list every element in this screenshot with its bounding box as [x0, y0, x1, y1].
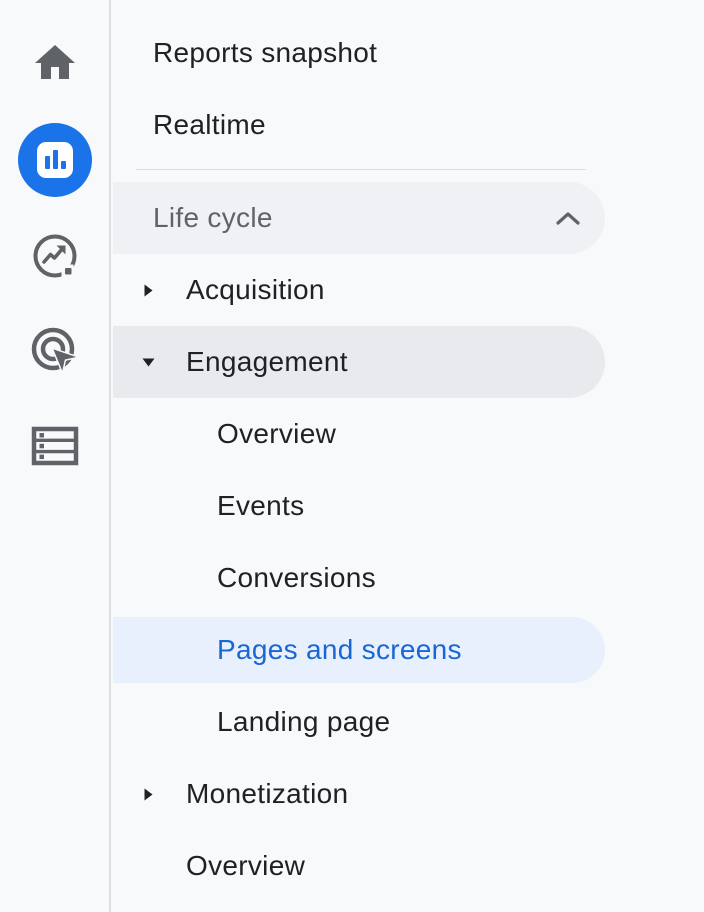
home-icon[interactable]: [31, 39, 79, 87]
menu-divider: [136, 169, 586, 170]
collection-header-label: Life cycle: [153, 202, 273, 233]
chevron-up-icon[interactable]: [554, 204, 582, 232]
nav-item-label: Realtime: [153, 109, 266, 140]
nav-item-events[interactable]: Events: [113, 470, 704, 542]
icon-rail: [0, 0, 111, 912]
nav-item-label: Events: [217, 490, 305, 521]
library-icon[interactable]: [31, 425, 79, 467]
triangle-right-icon: [140, 787, 156, 802]
nav-item-label: Overview: [186, 850, 306, 881]
advertising-icon[interactable]: [28, 324, 82, 378]
nav-item-label: Landing page: [217, 706, 391, 737]
nav-section-label: Monetization: [186, 778, 349, 809]
nav-section-engagement[interactable]: Engagement: [113, 326, 605, 398]
analytics-navigation-panel: Reports snapshot Realtime Life cycle Acq…: [0, 0, 704, 912]
triangle-down-icon: [140, 357, 156, 368]
library-icon-glyph: [31, 426, 79, 466]
nav-item-pages-and-screens[interactable]: Pages and screens: [113, 614, 704, 686]
home-icon-glyph: [35, 45, 75, 79]
collection-header-life-cycle[interactable]: Life cycle: [113, 182, 605, 254]
reports-icon[interactable]: [18, 123, 92, 197]
nav-item-conversions[interactable]: Conversions: [113, 542, 704, 614]
nav-section-label: Acquisition: [186, 274, 325, 305]
advertising-icon-glyph: [31, 327, 78, 373]
nav-item-label: Pages and screens: [217, 634, 462, 665]
nav-section-label: Engagement: [186, 346, 348, 377]
nav-item-label: Reports snapshot: [153, 37, 378, 68]
nav-item-label: Overview: [217, 418, 337, 449]
bar-chart-icon: [37, 142, 73, 178]
nav-section-acquisition[interactable]: Acquisition: [113, 254, 704, 326]
nav-item-label: Conversions: [217, 562, 376, 593]
nav-item-realtime[interactable]: Realtime: [113, 89, 704, 161]
nav-item-reports-snapshot[interactable]: Reports snapshot: [113, 17, 704, 89]
explore-icon[interactable]: [29, 230, 81, 282]
nav-item-engagement-overview[interactable]: Overview: [113, 398, 704, 470]
nav-section-monetization[interactable]: Monetization: [113, 758, 704, 830]
reports-active-circle: [18, 123, 92, 197]
explore-icon-glyph: [33, 234, 77, 278]
reports-nav-menu: Reports snapshot Realtime Life cycle Acq…: [113, 0, 704, 912]
triangle-right-icon: [140, 283, 156, 298]
nav-item-overview-bottom[interactable]: Overview: [113, 830, 704, 902]
nav-item-landing-page[interactable]: Landing page: [113, 686, 704, 758]
